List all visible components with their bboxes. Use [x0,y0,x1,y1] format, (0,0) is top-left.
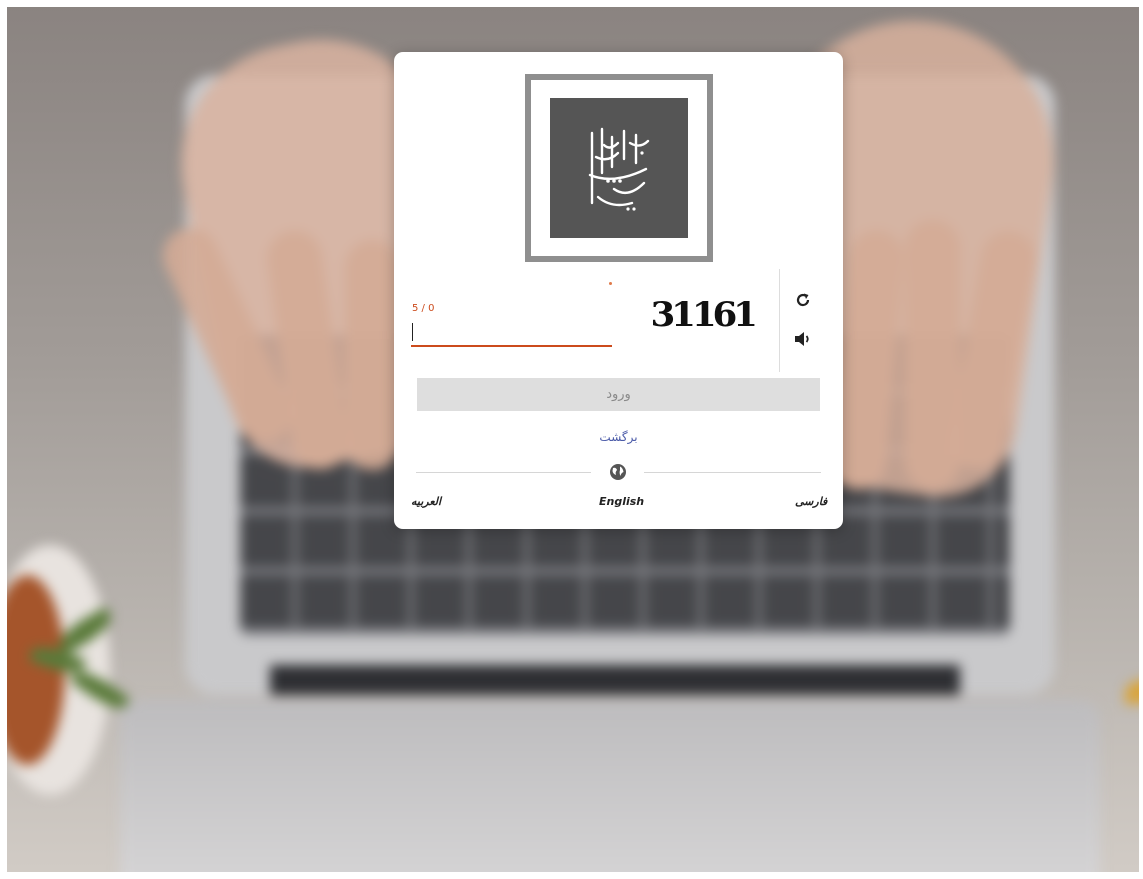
logo-frame [525,74,713,262]
language-persian[interactable]: فارسی [795,495,827,508]
required-dot [609,282,612,285]
logo [550,98,688,238]
language-divider-left [416,472,591,473]
captcha-divider [779,269,780,372]
login-button[interactable]: ورود [417,378,820,411]
back-link[interactable]: برگشت [394,430,843,444]
refresh-icon [796,293,810,307]
captcha-input[interactable] [411,318,612,347]
login-card: 31161 5 / 0 ورود برگشت العربیه English ف… [394,52,843,529]
language-divider-right [644,472,821,473]
speaker-icon [795,332,809,346]
captcha-text: 31161 [650,295,758,335]
calligraphy-logo-icon [588,127,650,211]
language-english[interactable]: English [599,495,644,508]
globe-icon [610,464,626,480]
captcha-image: 31161 [650,292,758,338]
audio-captcha-button[interactable] [793,329,813,349]
text-caret [412,323,413,341]
captcha-char-counter: 5 / 0 [412,303,435,314]
refresh-captcha-button[interactable] [793,290,813,310]
language-arabic[interactable]: العربیه [411,495,441,508]
